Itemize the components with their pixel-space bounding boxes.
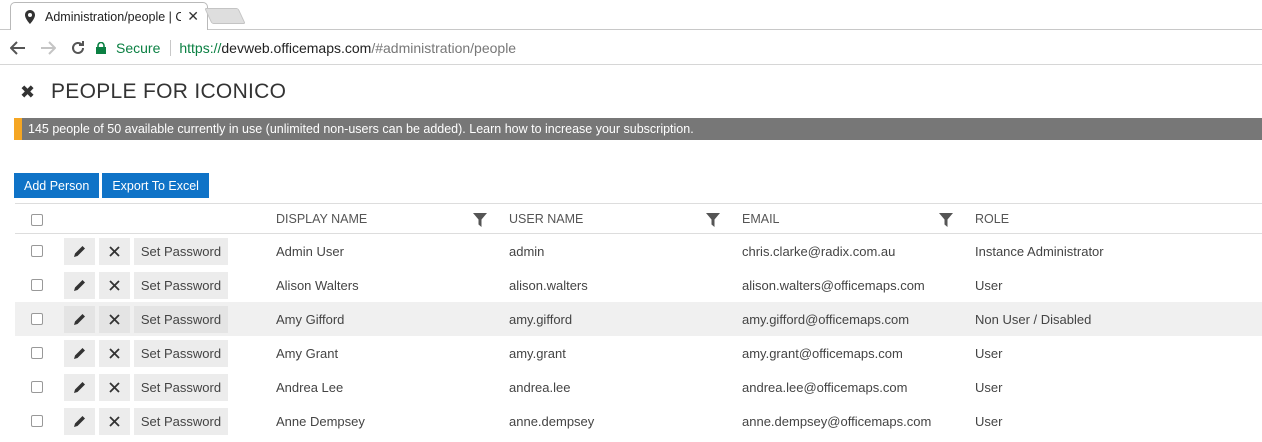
column-header-display-name[interactable]: DISPLAY NAME	[276, 212, 367, 226]
reload-icon[interactable]	[66, 36, 90, 60]
table-row: Set Password Anne Dempsey anne.dempsey a…	[15, 404, 1262, 438]
filter-icon[interactable]	[939, 213, 953, 227]
cell-user-name: andrea.lee	[509, 379, 571, 395]
row-checkbox[interactable]	[31, 279, 43, 291]
url-scheme: https://	[179, 40, 222, 56]
cell-email: amy.grant@officemaps.com	[742, 345, 903, 361]
table-header: DISPLAY NAME USER NAME EMAIL ROLE	[15, 204, 1262, 234]
cell-user-name: amy.gifford	[509, 311, 573, 327]
row-checkbox[interactable]	[31, 313, 43, 325]
page-header: ✖ PEOPLE FOR ICONICO	[20, 80, 286, 104]
table-row: Set Password Andrea Lee andrea.lee andre…	[15, 370, 1262, 404]
cell-email: chris.clarke@radix.com.au	[742, 243, 896, 259]
address-bar[interactable]: Secure https:// devweb.officemaps.com /#…	[96, 35, 1258, 61]
edit-pencil-icon[interactable]	[64, 238, 95, 265]
cell-display-name: Amy Grant	[276, 345, 339, 361]
select-all-checkbox[interactable]	[31, 214, 43, 226]
table-row: Set Password Amy Grant amy.grant amy.gra…	[15, 336, 1262, 370]
cell-email: anne.dempsey@officemaps.com	[742, 413, 932, 429]
browser-tabstrip: Administration/people | C ✕	[0, 0, 1262, 30]
tab-close-icon[interactable]: ✕	[187, 8, 199, 25]
add-person-button[interactable]: Add Person	[14, 173, 100, 198]
tab-title: Administration/people | C	[45, 9, 182, 24]
subscription-banner[interactable]: 145 people of 50 available currently in …	[14, 118, 1262, 140]
edit-pencil-icon[interactable]	[64, 340, 95, 367]
cell-role: User	[975, 379, 1003, 395]
lock-icon	[96, 41, 108, 55]
delete-x-icon[interactable]	[99, 306, 130, 333]
delete-x-icon[interactable]	[99, 238, 130, 265]
address-divider	[170, 40, 172, 56]
edit-pencil-icon[interactable]	[64, 306, 95, 333]
cell-role: Instance Administrator	[975, 243, 1104, 259]
back-arrow-icon[interactable]	[6, 36, 30, 60]
filter-icon[interactable]	[473, 213, 487, 227]
cell-display-name: Amy Gifford	[276, 311, 345, 327]
page-title: PEOPLE FOR ICONICO	[51, 80, 287, 103]
cell-email: alison.walters@officemaps.com	[742, 277, 925, 293]
map-pin-icon	[25, 9, 37, 24]
people-table: DISPLAY NAME USER NAME EMAIL ROLE Set Pa…	[15, 203, 1262, 438]
row-checkbox[interactable]	[31, 381, 43, 393]
row-checkbox[interactable]	[31, 347, 43, 359]
action-buttons: Add Person Export To Excel	[14, 173, 209, 198]
set-password-button[interactable]: Set Password	[134, 238, 228, 265]
row-checkbox[interactable]	[31, 415, 43, 427]
cell-role: Non User / Disabled	[975, 311, 1092, 327]
cell-email: andrea.lee@officemaps.com	[742, 379, 908, 395]
set-password-button[interactable]: Set Password	[134, 340, 228, 367]
cell-role: User	[975, 277, 1003, 293]
set-password-button[interactable]: Set Password	[134, 306, 228, 333]
set-password-button[interactable]: Set Password	[134, 408, 228, 435]
browser-tab[interactable]: Administration/people | C ✕	[10, 2, 208, 30]
cell-role: User	[975, 345, 1003, 361]
filter-icon[interactable]	[706, 213, 720, 227]
table-row: Set Password Amy Gifford amy.gifford amy…	[15, 302, 1262, 336]
column-header-user-name[interactable]: USER NAME	[509, 212, 583, 226]
url-path: /#administration/people	[371, 40, 517, 56]
cell-user-name: anne.dempsey	[509, 413, 595, 429]
edit-pencil-icon[interactable]	[64, 374, 95, 401]
browser-toolbar: Secure https:// devweb.officemaps.com /#…	[0, 31, 1262, 65]
edit-pencil-icon[interactable]	[64, 272, 95, 299]
new-tab-button[interactable]	[204, 8, 246, 24]
edit-pencil-icon[interactable]	[64, 408, 95, 435]
set-password-button[interactable]: Set Password	[134, 272, 228, 299]
cell-display-name: Anne Dempsey	[276, 413, 365, 429]
table-row: Set Password Alison Walters alison.walte…	[15, 268, 1262, 302]
forward-arrow-icon[interactable]	[36, 36, 60, 60]
delete-x-icon[interactable]	[99, 272, 130, 299]
cell-display-name: Admin User	[276, 243, 344, 259]
cell-display-name: Andrea Lee	[276, 379, 344, 395]
delete-x-icon[interactable]	[99, 340, 130, 367]
cell-user-name: alison.walters	[509, 277, 588, 293]
delete-x-icon[interactable]	[99, 374, 130, 401]
export-excel-button[interactable]: Export To Excel	[102, 173, 209, 198]
cell-display-name: Alison Walters	[276, 277, 359, 293]
url-host: devweb.officemaps.com	[221, 40, 372, 56]
column-header-email[interactable]: EMAIL	[742, 212, 780, 226]
row-checkbox[interactable]	[31, 245, 43, 257]
cell-role: User	[975, 413, 1003, 429]
cell-user-name: admin	[509, 243, 545, 259]
cell-email: amy.gifford@officemaps.com	[742, 311, 910, 327]
secure-label: Secure	[116, 40, 161, 56]
set-password-button[interactable]: Set Password	[134, 374, 228, 401]
cell-user-name: amy.grant	[509, 345, 566, 361]
close-icon[interactable]: ✖	[20, 82, 36, 103]
table-row: Set Password Admin User admin chris.clar…	[15, 234, 1262, 268]
column-header-role[interactable]: ROLE	[975, 212, 1009, 226]
delete-x-icon[interactable]	[99, 408, 130, 435]
